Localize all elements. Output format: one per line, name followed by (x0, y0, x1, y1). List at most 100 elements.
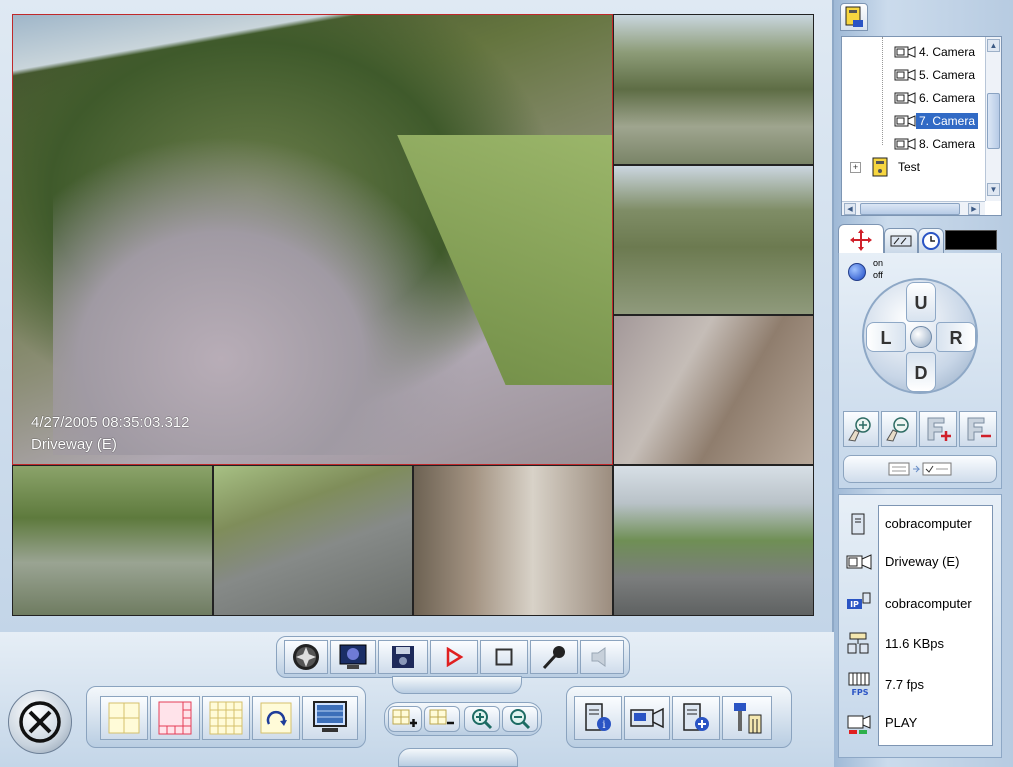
camera-tile-main[interactable]: 4/27/2005 08:35:03.312 Driveway (E) (12, 14, 613, 465)
server-tab[interactable] (840, 3, 868, 31)
tree-scrollbar-horizontal[interactable]: ◀ ▶ (842, 201, 985, 215)
rotate-icon (260, 702, 292, 734)
fullscreen-button[interactable] (302, 696, 358, 740)
scroll-thumb[interactable] (987, 93, 1000, 149)
power-on-label: on (873, 258, 884, 268)
add-view-button[interactable] (388, 706, 422, 732)
close-icon (19, 701, 61, 743)
tools-button[interactable] (722, 696, 772, 740)
preset-button[interactable] (843, 455, 997, 483)
server-add-icon (683, 703, 709, 731)
zoom-in-button[interactable] (464, 706, 500, 732)
tools-icon (734, 703, 762, 734)
ptz-center-button[interactable] (910, 326, 932, 348)
zoom-out-hand-icon (886, 417, 909, 442)
ptz-left-button[interactable]: L (866, 322, 906, 352)
exit-button[interactable] (8, 690, 72, 754)
tree-expander[interactable]: + (850, 161, 861, 173)
sequence-button[interactable] (252, 696, 300, 740)
scroll-thumb-h[interactable] (860, 203, 960, 215)
playback-toolbar-tab (392, 676, 522, 694)
save-button[interactable] (378, 640, 428, 674)
view-remove-icon (429, 709, 454, 725)
layout-1x1-button[interactable] (100, 696, 148, 740)
svg-text:i: i (602, 720, 605, 731)
ip-address-icon: IP (846, 591, 872, 615)
play-button[interactable] (430, 640, 478, 674)
tab-io[interactable] (884, 228, 918, 254)
status-framerate: 7.7 fps (885, 677, 925, 692)
tree-item-camera-4[interactable]: 4. Camera (894, 41, 978, 63)
ptz-up-button[interactable]: U (906, 282, 936, 322)
remove-view-button[interactable] (424, 706, 460, 732)
tree-item-label: 8. Camera (919, 137, 976, 151)
tree-item-label: 4. Camera (919, 45, 976, 59)
stop-icon (495, 648, 513, 666)
tree-item-label: Test (898, 160, 921, 174)
camera-icon (894, 92, 916, 104)
focus-near-button[interactable] (919, 411, 957, 447)
camera-icon (894, 69, 916, 81)
ptz-right-button[interactable]: R (936, 322, 976, 352)
ptz-zoom-in-button[interactable] (843, 411, 879, 447)
camera-tile-3[interactable] (613, 165, 814, 315)
svg-text:IP: IP (850, 600, 859, 609)
tree-item-group-test[interactable]: + Test (850, 156, 923, 178)
microphone-icon (542, 646, 565, 670)
camera-icon (894, 115, 916, 127)
camera-tile-7[interactable] (413, 465, 613, 616)
tree-scrollbar-vertical[interactable]: ▲ ▼ (985, 37, 1001, 201)
speaker-button[interactable] (580, 640, 624, 674)
grid-2x2-icon (108, 702, 140, 734)
tree-item-camera-7[interactable]: 7. Camera (894, 110, 979, 132)
floppy-icon (392, 646, 414, 668)
zoom-out-button[interactable] (502, 706, 538, 732)
tree-item-camera-8[interactable]: 8. Camera (894, 133, 978, 155)
clock-display (945, 230, 997, 250)
tree-item-camera-6[interactable]: 6. Camera (894, 87, 978, 109)
ptz-down-button[interactable]: D (906, 352, 936, 392)
server-info-button[interactable]: i (574, 696, 622, 740)
camera-tree: 4. Camera 5. Camera 6. Camera 7. Camera … (841, 36, 1002, 216)
add-server-button[interactable] (672, 696, 720, 740)
tab-schedule[interactable] (918, 228, 944, 254)
scroll-down-arrow[interactable]: ▼ (987, 183, 1000, 196)
camera-tile-5[interactable] (12, 465, 213, 616)
layout-4x4-button[interactable] (202, 696, 250, 740)
tree-connector (882, 37, 883, 145)
camera-settings-button[interactable] (624, 696, 670, 740)
scroll-left-arrow[interactable]: ◀ (844, 203, 856, 215)
play-icon (446, 647, 464, 667)
display-settings-button[interactable] (330, 640, 376, 674)
tree-item-label: 5. Camera (919, 68, 976, 82)
focus-far-button[interactable] (959, 411, 997, 447)
scroll-up-arrow[interactable]: ▲ (987, 39, 1000, 52)
view-add-icon (392, 709, 417, 727)
io-device-icon (890, 235, 912, 247)
power-toggle-knob (848, 263, 866, 281)
svg-text:FPS: FPS (851, 688, 868, 697)
stop-button[interactable] (480, 640, 528, 674)
scroll-right-arrow[interactable]: ▶ (968, 203, 980, 215)
status-state: PLAY (885, 715, 918, 730)
shutter-icon (293, 644, 319, 670)
camera-icon (630, 707, 664, 729)
camera-tile-8[interactable] (613, 465, 814, 616)
focus-minus-icon (967, 417, 991, 441)
video-grid: 4/27/2005 08:35:03.312 Driveway (E) (12, 14, 814, 616)
network-icon (846, 631, 872, 655)
server-icon (845, 6, 863, 27)
camera-tile-2[interactable] (613, 14, 814, 165)
tree-item-camera-5[interactable]: 5. Camera (894, 64, 978, 86)
computer-icon (846, 512, 872, 536)
fullscreen-monitor-icon (313, 701, 347, 732)
tab-ptz[interactable] (838, 224, 884, 254)
snapshot-button[interactable] (284, 640, 328, 674)
layout-1-plus-7-button[interactable] (150, 696, 200, 740)
ptz-zoom-out-button[interactable] (881, 411, 917, 447)
camera-tile-6[interactable] (213, 465, 413, 616)
microphone-button[interactable] (530, 640, 578, 674)
power-toggle[interactable]: on off (848, 258, 888, 286)
camera-tile-4[interactable] (613, 315, 814, 465)
fps-icon: FPS (846, 672, 872, 697)
